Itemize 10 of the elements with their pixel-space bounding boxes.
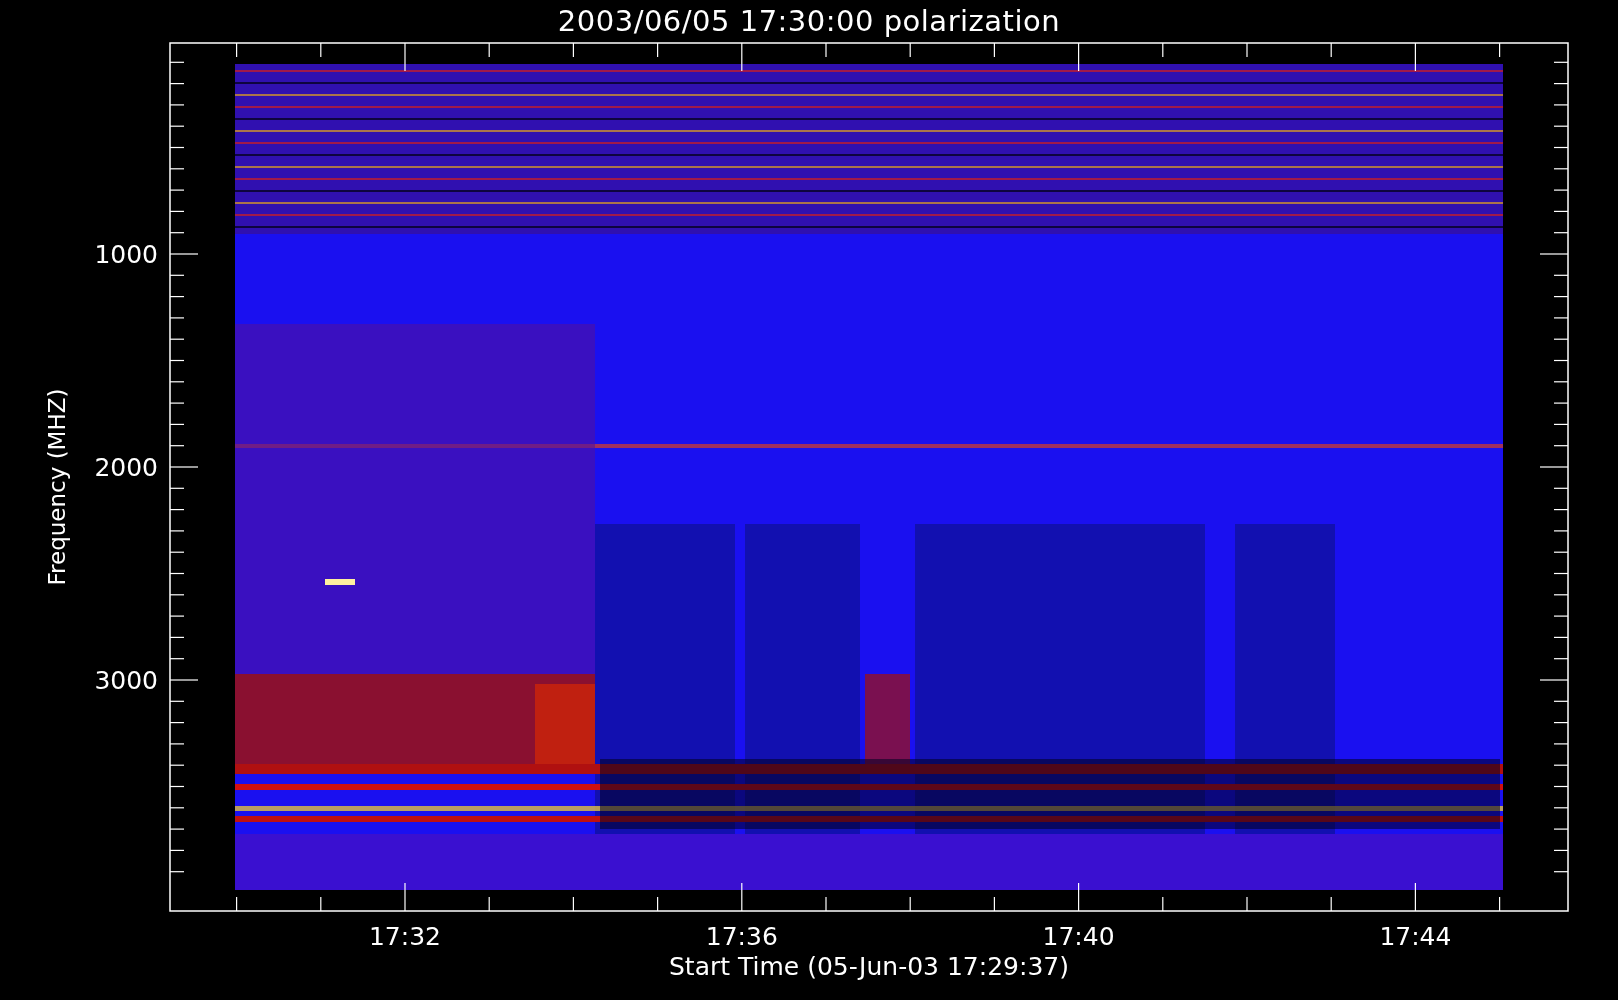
x-tick-label: 17:36: [705, 922, 778, 951]
plot-title: 2003/06/05 17:30:00 polarization: [557, 3, 1061, 40]
y-tick-label: 2000: [94, 453, 158, 482]
x-axis-label: Start Time (05-Jun-03 17:29:37): [669, 952, 1069, 981]
y-axis-label: Frequency (MHZ): [44, 388, 70, 586]
y-tick-label: 3000: [94, 666, 158, 695]
y-tick-label: 1000: [94, 240, 158, 269]
x-tick-label: 17:40: [1042, 922, 1115, 951]
x-tick-label: 17:32: [369, 922, 441, 951]
x-tick-label: 17:44: [1379, 922, 1452, 951]
